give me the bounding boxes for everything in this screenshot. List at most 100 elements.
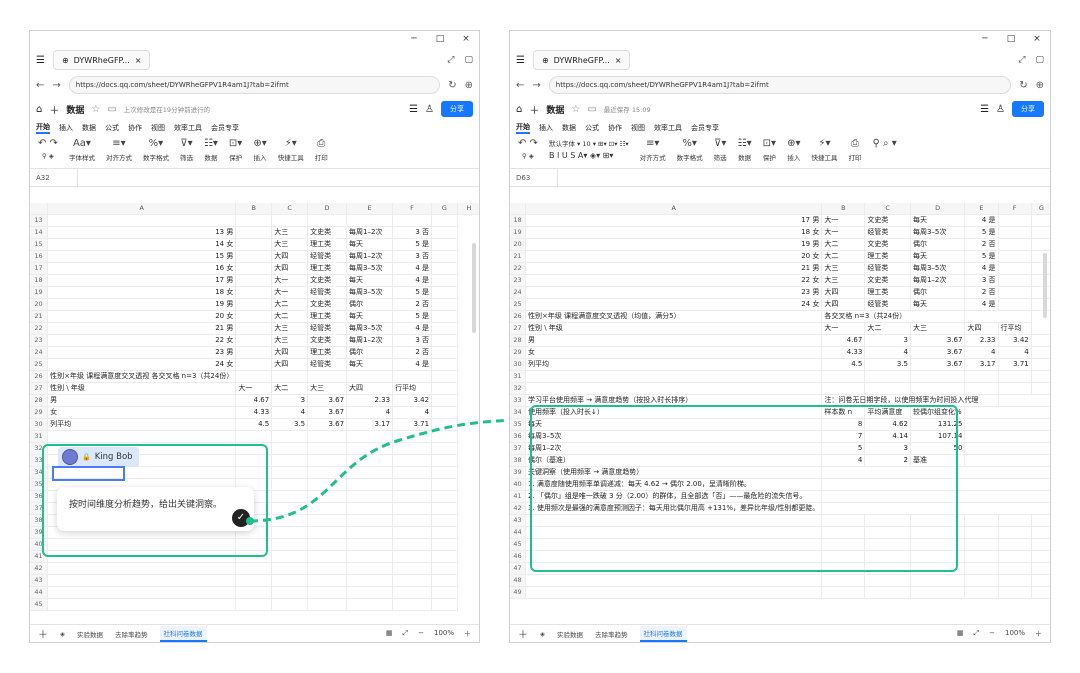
cell[interactable]: 19 男 bbox=[525, 238, 823, 251]
cell[interactable] bbox=[998, 526, 1032, 539]
cell[interactable]: 4 bbox=[864, 346, 911, 359]
cell[interactable] bbox=[525, 586, 823, 599]
cell[interactable]: 4 bbox=[998, 346, 1032, 359]
cell[interactable]: 每周1–2次 bbox=[910, 274, 966, 287]
cell-reference[interactable]: D63 bbox=[510, 169, 558, 186]
cell[interactable]: 4 是 bbox=[964, 214, 999, 227]
insert-button[interactable]: ⊕▾ 插入 bbox=[787, 138, 800, 162]
cell[interactable]: 理工类 bbox=[864, 250, 911, 263]
cell[interactable] bbox=[910, 574, 966, 587]
cell[interactable]: 每天 bbox=[910, 214, 966, 227]
cell[interactable] bbox=[964, 418, 1050, 431]
cell[interactable] bbox=[964, 562, 999, 575]
menu-efficiency[interactable]: 效率工具 bbox=[654, 123, 682, 133]
cell[interactable] bbox=[1031, 274, 1050, 287]
cell[interactable] bbox=[998, 586, 1032, 599]
list-icon[interactable]: ☰ bbox=[980, 104, 989, 115]
cell[interactable] bbox=[821, 586, 866, 599]
cell[interactable] bbox=[964, 370, 999, 383]
row-number[interactable]: 44 bbox=[510, 526, 527, 539]
cell[interactable]: 性别×年级 课程满意度交叉透视（均值，满分5） bbox=[525, 310, 823, 323]
cell[interactable] bbox=[964, 526, 999, 539]
cell[interactable]: 3.17 bbox=[964, 358, 999, 371]
cell[interactable] bbox=[910, 382, 966, 395]
cell[interactable] bbox=[998, 214, 1032, 227]
protect-button[interactable]: ⊡▾ 保护 bbox=[763, 138, 776, 162]
cell[interactable]: 3 否 bbox=[964, 274, 999, 287]
row-number[interactable]: 36 bbox=[510, 430, 527, 443]
filter-button[interactable]: ⊽▾ 筛选 bbox=[714, 138, 727, 162]
cell[interactable]: 经管类 bbox=[864, 262, 911, 275]
row-number[interactable]: 41 bbox=[510, 490, 527, 503]
menu-data[interactable]: 数据 bbox=[562, 123, 576, 133]
forward-icon[interactable]: → bbox=[532, 80, 540, 91]
cell[interactable] bbox=[1031, 550, 1050, 563]
cell[interactable] bbox=[964, 382, 999, 395]
quick-tools-button[interactable]: ⚡▾ 快捷工具 bbox=[811, 138, 837, 162]
cell[interactable] bbox=[1031, 526, 1050, 539]
cell[interactable]: 5 是 bbox=[964, 226, 999, 239]
print-button[interactable]: ⎙ 打印 bbox=[848, 138, 861, 162]
cell[interactable]: 经管类 bbox=[864, 298, 911, 311]
cell[interactable]: 4 是 bbox=[964, 298, 999, 311]
number-format-button[interactable]: %▾ 数字格式 bbox=[677, 138, 703, 162]
cell[interactable]: 每周3–5次 bbox=[910, 262, 966, 275]
font-size-select[interactable]: 10 bbox=[582, 140, 590, 148]
sheet-tab[interactable]: 去除率趋势 bbox=[595, 629, 628, 639]
cell[interactable] bbox=[1031, 538, 1050, 551]
back-icon[interactable]: ← bbox=[516, 80, 524, 91]
row-number[interactable]: 26 bbox=[510, 310, 527, 323]
maximize-button[interactable]: □ bbox=[998, 34, 1024, 44]
cell[interactable] bbox=[864, 370, 911, 383]
cell[interactable] bbox=[964, 430, 1050, 443]
cell[interactable] bbox=[525, 382, 823, 395]
cell[interactable] bbox=[998, 238, 1032, 251]
cell[interactable] bbox=[1031, 214, 1050, 227]
cell[interactable]: 2 否 bbox=[964, 286, 999, 299]
cell[interactable]: 2 否 bbox=[964, 238, 999, 251]
row-number[interactable]: 29 bbox=[510, 346, 527, 359]
cell[interactable] bbox=[525, 574, 823, 587]
cell[interactable]: 文史类 bbox=[864, 238, 911, 251]
row-number[interactable]: 47 bbox=[510, 562, 527, 575]
add-sheet-icon[interactable]: ＋ bbox=[518, 626, 528, 641]
sheet-tab[interactable]: 实验数据 bbox=[557, 629, 583, 639]
home-icon[interactable]: ⌂ bbox=[516, 104, 522, 115]
cell[interactable]: 行平均 bbox=[998, 322, 1032, 335]
cell[interactable] bbox=[998, 226, 1032, 239]
column-header[interactable]: E bbox=[964, 203, 999, 215]
cell[interactable]: 22 女 bbox=[525, 274, 823, 287]
cell[interactable] bbox=[998, 274, 1032, 287]
cell[interactable] bbox=[964, 310, 1032, 323]
cell[interactable] bbox=[998, 394, 1050, 407]
cell[interactable]: 大二 bbox=[821, 250, 866, 263]
cell[interactable]: 4 bbox=[964, 346, 999, 359]
menu-formula[interactable]: 公式 bbox=[585, 123, 599, 133]
row-number[interactable]: 25 bbox=[510, 298, 527, 311]
cell[interactable] bbox=[1031, 286, 1050, 299]
row-number[interactable]: 22 bbox=[510, 262, 527, 275]
cell[interactable]: 3.5 bbox=[864, 358, 911, 371]
cell[interactable] bbox=[964, 586, 999, 599]
menu-start[interactable]: 开始 bbox=[516, 122, 530, 134]
data-button[interactable]: ☷▾ 数据 bbox=[738, 138, 752, 162]
cell[interactable]: 4.5 bbox=[821, 358, 866, 371]
cell[interactable]: 4.33 bbox=[821, 346, 866, 359]
cell[interactable] bbox=[1031, 586, 1050, 599]
cell[interactable] bbox=[1031, 250, 1050, 263]
cell[interactable]: 5 是 bbox=[964, 250, 999, 263]
row-number[interactable]: 45 bbox=[510, 538, 527, 551]
cell[interactable] bbox=[998, 370, 1032, 383]
cell[interactable] bbox=[964, 574, 999, 587]
font-family-select[interactable]: 默认字体 bbox=[549, 140, 575, 148]
cell[interactable] bbox=[1031, 334, 1050, 347]
cell[interactable] bbox=[998, 250, 1032, 263]
cell[interactable] bbox=[1031, 226, 1050, 239]
cell[interactable] bbox=[1031, 298, 1050, 311]
row-number[interactable]: 48 bbox=[510, 574, 527, 587]
cell[interactable]: 各交叉格 n=3（共24份） bbox=[821, 310, 966, 323]
cell[interactable] bbox=[864, 574, 911, 587]
sheet-tab-active[interactable]: 社科问卷数据 bbox=[639, 625, 687, 642]
row-number[interactable]: 38 bbox=[510, 454, 527, 467]
cell[interactable] bbox=[1031, 238, 1050, 251]
